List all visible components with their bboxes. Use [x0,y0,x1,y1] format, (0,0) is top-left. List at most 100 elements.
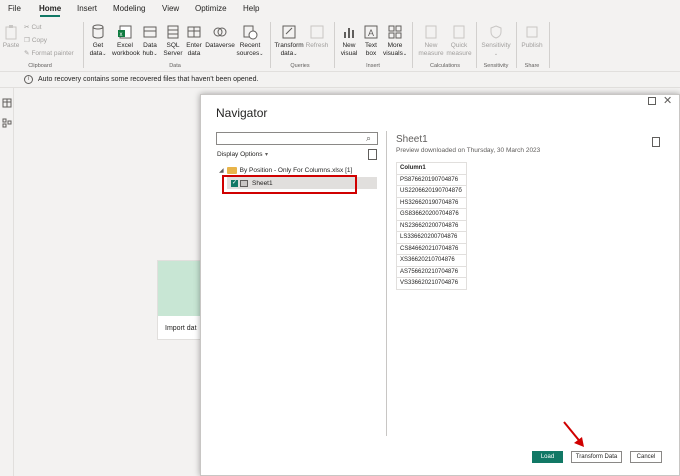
search-input[interactable] [216,132,378,145]
paste-label: Paste [2,42,20,49]
tree-file-node[interactable]: ◢ By Position - Only For Columns.xlsx [1… [219,167,352,174]
cut-button[interactable]: ✂ Cut [24,23,42,32]
table-cell: LS336620200704876 [396,231,467,244]
search-icon[interactable]: ⌕ [366,133,371,144]
more-visuals-button[interactable]: More visuals⌄ [382,24,408,58]
sensitivity-label: Sensitivity [481,42,511,49]
table-cell: US220662019070487б [396,185,467,198]
transform-data-ribbon-button[interactable]: Transform data⌄ [273,24,305,58]
recent-label-1: Recent [239,42,261,49]
ribbon-separator [516,22,517,68]
close-icon[interactable]: ✕ [663,94,672,107]
paste-button[interactable]: Paste [2,24,20,50]
insert-group-label: Insert [366,63,380,69]
ribbon-separator [412,22,413,68]
quick-measure-label-1: Quick [450,42,468,49]
text-box-label-2: box [365,49,377,57]
excel-label-1: Excel [117,42,133,49]
menu-optimize[interactable]: Optimize [195,4,227,13]
table-cell: HS326620190704876 [396,196,467,209]
quick-measure-button[interactable]: Quick measure [445,24,473,57]
enter-data-button[interactable]: Enter data [185,24,203,57]
menu-help[interactable]: Help [243,4,259,13]
cut-label: Cut [31,23,42,31]
table-cell: NS236620200704876 [396,219,467,232]
ribbon: Paste ✂ Cut ❐ Copy ✎ Format painter Clipboa… [0,18,680,72]
import-card-label: Import dat [165,325,197,332]
recent-sources-button[interactable]: Recent sources⌄ [236,24,264,58]
table-cell: CS846620210704876 [396,242,467,255]
dataverse-label: Dataverse [205,42,235,49]
dataverse-icon [213,27,227,37]
copy-button[interactable]: ❐ Copy [24,36,47,45]
table-view-icon[interactable] [2,98,12,108]
text-box-button[interactable]: A Text box [361,24,381,57]
get-data-label-1: Get [92,42,104,49]
refresh-preview-icon[interactable] [368,149,377,160]
data-hub-label-2: hub [142,49,154,57]
new-visual-button[interactable]: New visual [338,24,360,57]
recent-sources-icon [243,25,258,40]
sensitivity-group-label: Sensitivity [483,63,509,69]
folder-icon [226,167,237,174]
chevron-down-icon: ▾ [265,152,269,158]
cancel-button[interactable]: Cancel [630,451,662,463]
table-cell: XS36620210704876 [396,254,467,267]
view-rail [0,72,14,476]
table-cell: PS876620190704876 [396,173,467,186]
format-painter-label: Format painter [31,49,74,57]
preview-subtitle: Preview downloaded on Thursday, 30 March… [396,147,541,154]
dialog-title: Navigator [216,106,268,120]
data-group-label: Data [169,63,181,69]
brush-icon: ✎ [24,50,30,57]
svg-text:x: x [120,32,123,38]
format-painter-button[interactable]: ✎ Format painter [24,49,74,58]
model-view-icon[interactable] [2,118,12,128]
more-visuals-label-2: visuals [382,49,403,57]
table-row: US220662019070487б [396,185,467,198]
sql-server-button[interactable]: SQL Server [162,24,184,57]
get-data-label-2: data [89,49,103,57]
menu-view[interactable]: View [162,4,179,13]
menu-file[interactable]: File [8,4,21,13]
publish-label: Publish [521,42,543,49]
table-cell: GS836620200704876 [396,208,467,221]
transform-data-button[interactable]: Transform Data [571,451,622,463]
enter-label-2: data [187,49,201,57]
table-row: PS876620190704876 [396,173,467,186]
table-row: HS326620190704876 [396,196,467,209]
transform-label-2: data [280,49,294,57]
quick-measure-icon [453,25,465,39]
menu-home[interactable]: Home [39,4,61,13]
view-options-icon[interactable] [652,137,660,147]
expand-arrow-icon[interactable]: ◢ [219,167,224,174]
text-box-label-1: Text [365,42,377,49]
sql-server-icon [167,25,179,39]
column-header: Column1 [396,162,467,175]
menu-insert[interactable]: Insert [77,4,97,13]
data-hub-button[interactable]: Data hub⌄ [140,24,160,58]
refresh-button[interactable]: Refresh [305,24,329,50]
menu-modeling[interactable]: Modeling [113,4,145,13]
get-data-button[interactable]: Get data⌄ [86,24,110,58]
publish-button[interactable]: Publish [519,24,545,50]
new-measure-label-1: New [424,42,438,49]
menu-bar: File Home Insert Modeling View Optimize … [0,0,680,18]
excel-label-2: workbook [112,49,140,57]
sensitivity-button[interactable]: Sensitivity ⌄ [480,24,512,58]
enter-label-1: Enter [186,42,202,49]
preview-title: Sheet1 [396,134,428,145]
ribbon-separator [476,22,477,68]
queries-group-label: Queries [290,63,310,69]
new-measure-button[interactable]: New measure [417,24,445,57]
maximize-icon[interactable] [648,97,656,105]
file-node-label: By Position - Only For Columns.xlsx [1] [239,167,353,174]
ribbon-separator [334,22,335,68]
load-button[interactable]: Load [532,451,563,463]
excel-workbook-button[interactable]: x Excel workbook [112,24,140,57]
display-options-button[interactable]: Display Options [217,151,263,158]
calculator-icon [425,25,437,39]
dataverse-button[interactable]: Dataverse [204,24,236,50]
sql-label-1: SQL [166,42,180,49]
transform-data-icon [282,25,296,39]
